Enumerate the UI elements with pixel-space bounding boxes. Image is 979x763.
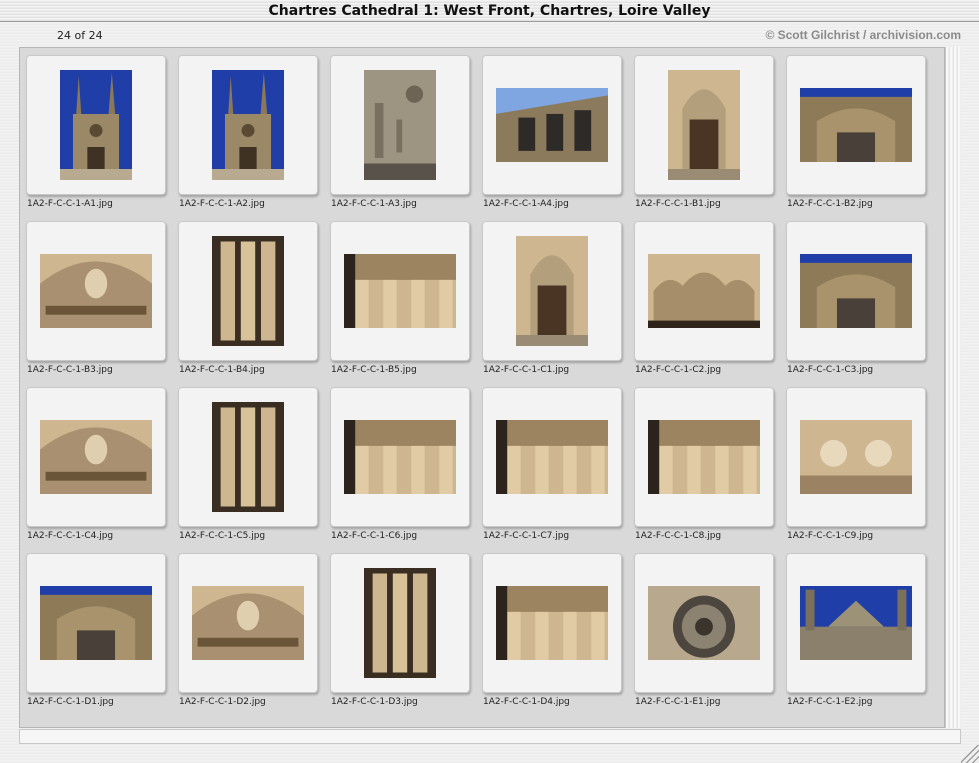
- thumbnail-slide[interactable]: [634, 387, 774, 527]
- thumbnail-filename: 1A2-F-C-C-1-A1.jpg: [27, 199, 113, 209]
- thumbnail-filename: 1A2-F-C-C-1-D2.jpg: [179, 697, 266, 707]
- statue-heads-photo[interactable]: [800, 420, 912, 494]
- thumbnail-slide[interactable]: [330, 221, 470, 361]
- vertical-scrollbar[interactable]: [945, 47, 961, 728]
- thumbnail-filename: 1A2-F-C-C-1-D4.jpg: [483, 697, 570, 707]
- cathedral-facade-photo[interactable]: [212, 70, 284, 180]
- resize-grip-icon[interactable]: [961, 745, 979, 763]
- facade-windows-photo[interactable]: [496, 88, 608, 162]
- thumbnail-slide[interactable]: [178, 553, 318, 693]
- thumbnail-slide[interactable]: [634, 221, 774, 361]
- portal-sky-photo[interactable]: [800, 254, 912, 328]
- tower-rose-window-photo[interactable]: [364, 70, 436, 180]
- statues-photo[interactable]: [344, 420, 456, 494]
- thumbnail-slide[interactable]: [786, 221, 926, 361]
- cathedral-facade-photo[interactable]: [60, 70, 132, 180]
- copyright-credit: © Scott Gilchrist / archivision.com: [765, 28, 961, 42]
- thumbnail-slide[interactable]: [26, 387, 166, 527]
- capitals-frieze-photo[interactable]: [496, 586, 608, 660]
- portal-door-photo[interactable]: [516, 236, 588, 346]
- capitals-frieze-photo[interactable]: [496, 420, 608, 494]
- capitals-frieze-photo[interactable]: [344, 254, 456, 328]
- thumbnail-filename: 1A2-F-C-C-1-C4.jpg: [27, 531, 114, 541]
- thumbnail-filename: 1A2-F-C-C-1-E1.jpg: [635, 697, 721, 707]
- thumbnail-filename: 1A2-F-C-C-1-A3.jpg: [331, 199, 417, 209]
- portal-sky-photo[interactable]: [40, 586, 152, 660]
- portal-sky-photo[interactable]: [800, 88, 912, 162]
- thumbnail-slide[interactable]: [482, 553, 622, 693]
- image-count: 24 of 24: [57, 29, 103, 42]
- capitals-frieze-photo[interactable]: [648, 420, 760, 494]
- window-title[interactable]: Chartres Cathedral 1: West Front, Chartr…: [0, 0, 979, 22]
- portal-door-photo[interactable]: [668, 70, 740, 180]
- tympanum-photo[interactable]: [40, 420, 152, 494]
- thumbnail-filename: 1A2-F-C-C-1-C2.jpg: [635, 365, 722, 375]
- thumbnail-slide[interactable]: [178, 55, 318, 195]
- thumbnail-grid: 1A2-F-C-C-1-A1.jpg 1A2-F-C-C-1-A2.jpg 1A…: [19, 47, 945, 728]
- thumbnail-filename: 1A2-F-C-C-1-C1.jpg: [483, 365, 570, 375]
- portal-arches-photo[interactable]: [648, 254, 760, 328]
- column-statues-photo[interactable]: [212, 402, 284, 512]
- thumbnail-slide[interactable]: [330, 553, 470, 693]
- thumbnail-filename: 1A2-F-C-C-1-C9.jpg: [787, 531, 874, 541]
- thumbnail-filename: 1A2-F-C-C-1-D3.jpg: [331, 697, 418, 707]
- thumbnail-filename: 1A2-F-C-C-1-C6.jpg: [331, 531, 418, 541]
- thumbnail-slide[interactable]: [178, 221, 318, 361]
- thumbnail-slide[interactable]: [482, 55, 622, 195]
- thumbnail-slide[interactable]: [634, 553, 774, 693]
- thumbnail-slide[interactable]: [26, 553, 166, 693]
- thumbnail-slide[interactable]: [330, 387, 470, 527]
- thumbnail-slide[interactable]: [786, 553, 926, 693]
- thumbnail-slide[interactable]: [482, 387, 622, 527]
- thumbnail-slide[interactable]: [634, 55, 774, 195]
- thumbnail-filename: 1A2-F-C-C-1-A4.jpg: [483, 199, 569, 209]
- thumbnail-slide[interactable]: [786, 55, 926, 195]
- thumbnail-slide[interactable]: [482, 221, 622, 361]
- thumbnail-slide[interactable]: [330, 55, 470, 195]
- thumbnail-filename: 1A2-F-C-C-1-C8.jpg: [635, 531, 722, 541]
- thumbnail-slide[interactable]: [786, 387, 926, 527]
- thumbnail-filename: 1A2-F-C-C-1-D1.jpg: [27, 697, 114, 707]
- thumbnail-filename: 1A2-F-C-C-1-B1.jpg: [635, 199, 721, 209]
- thumbnail-filename: 1A2-F-C-C-1-B4.jpg: [179, 365, 265, 375]
- column-statues-photo[interactable]: [364, 568, 436, 678]
- thumbnail-filename: 1A2-F-C-C-1-C5.jpg: [179, 531, 266, 541]
- rose-window-photo[interactable]: [648, 586, 760, 660]
- thumbnail-slide[interactable]: [26, 55, 166, 195]
- gable-sky-photo[interactable]: [800, 586, 912, 660]
- thumbnail-filename: 1A2-F-C-C-1-B2.jpg: [787, 199, 873, 209]
- thumbnail-filename: 1A2-F-C-C-1-B3.jpg: [27, 365, 113, 375]
- thumbnail-filename: 1A2-F-C-C-1-C3.jpg: [787, 365, 874, 375]
- thumbnail-slide[interactable]: [178, 387, 318, 527]
- thumbnail-filename: 1A2-F-C-C-1-B5.jpg: [331, 365, 417, 375]
- horizontal-scrollbar[interactable]: [19, 729, 961, 744]
- thumbnail-filename: 1A2-F-C-C-1-C7.jpg: [483, 531, 570, 541]
- thumbnail-slide[interactable]: [26, 221, 166, 361]
- tympanum-photo[interactable]: [40, 254, 152, 328]
- thumbnail-filename: 1A2-F-C-C-1-A2.jpg: [179, 199, 265, 209]
- thumbnail-filename: 1A2-F-C-C-1-E2.jpg: [787, 697, 873, 707]
- tympanum-photo[interactable]: [192, 586, 304, 660]
- column-statues-photo[interactable]: [212, 236, 284, 346]
